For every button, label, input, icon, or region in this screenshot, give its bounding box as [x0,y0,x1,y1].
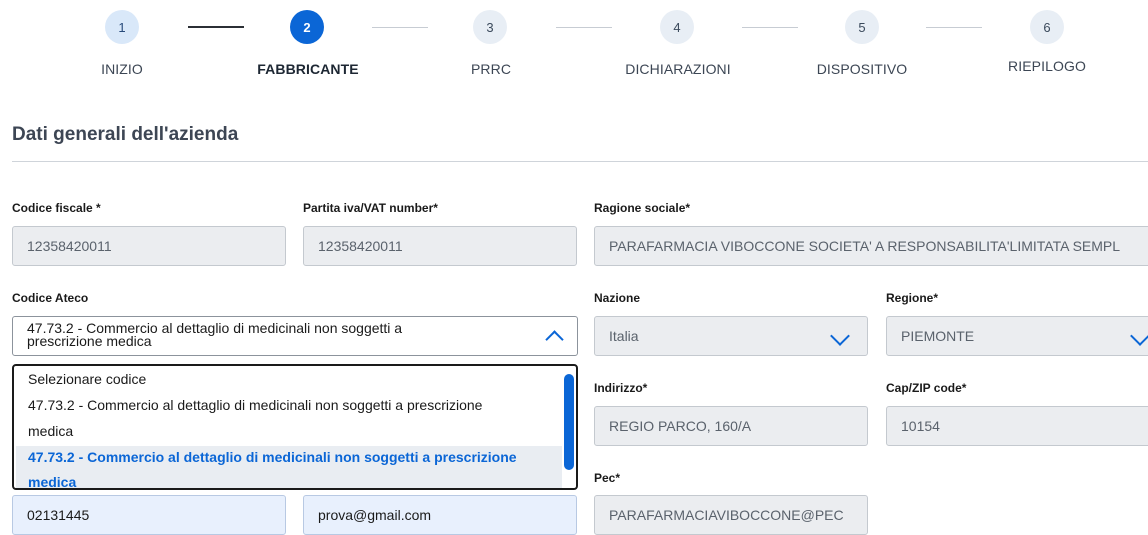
ragione-sociale-value: PARAFARMACIA VIBOCCONE SOCIETA' A RESPON… [609,238,1121,254]
nazione-label: Nazione [594,291,641,305]
dropdown-option-selected-cont[interactable]: medica [28,474,76,488]
partita-iva-value: 12358420011 [318,238,403,254]
section-divider [12,161,1148,162]
dropdown-option-1-cont[interactable]: medica [28,423,73,439]
indirizzo-value: REGIO PARCO, 160/A [609,418,752,434]
chevron-down-icon[interactable] [830,326,850,346]
step-4-circle[interactable]: 4 [660,10,694,44]
codice-ateco-dropdown[interactable]: Selezionare codice 47.73.2 - Commercio a… [12,364,578,490]
codice-fiscale-value: 12358420011 [27,238,112,254]
dropdown-scrollbar[interactable] [564,374,574,470]
section-title: Dati generali dell'azienda [12,124,239,145]
indirizzo-field[interactable]: REGIO PARCO, 160/A [594,406,868,446]
step-4-label: DICHIARAZIONI [625,61,731,77]
cap-value: 10154 [901,418,940,434]
codice-ateco-label: Codice Ateco [12,291,89,305]
ragione-sociale-field[interactable]: PARAFARMACIA VIBOCCONE SOCIETA' A RESPON… [594,226,1148,266]
step-2-circle[interactable]: 2 [290,10,324,44]
step-1-label: INIZIO [101,61,143,77]
email-value: prova@gmail.com [318,507,432,523]
partita-iva-label: Partita iva/VAT number* [303,201,438,215]
dropdown-option-placeholder[interactable]: Selezionare codice [28,371,146,387]
codice-ateco-select[interactable]: 47.73.2 - Commercio al dettaglio di medi… [12,316,578,356]
telefono-field[interactable]: 02131445 [12,495,286,535]
regione-select[interactable]: PIEMONTE [886,316,1148,356]
step-5-circle[interactable]: 5 [845,10,879,44]
ragione-sociale-label: Ragione sociale* [594,201,691,215]
cap-field[interactable]: 10154 [886,406,1148,446]
pec-value: PARAFARMACIAVIBOCCONE@PEC [609,507,844,523]
step-3-label: PRRC [470,61,512,77]
step-2-label: FABBRICANTE [257,61,359,77]
cap-label: Cap/ZIP code* [886,381,967,395]
regione-value: PIEMONTE [901,328,975,344]
codice-fiscale-label: Codice fiscale * [12,201,101,215]
regione-label: Regione* [886,291,939,305]
codice-fiscale-field[interactable]: 12358420011 [12,226,286,266]
telefono-value: 02131445 [27,507,90,523]
codice-ateco-value-line2: prescrizione medica [27,333,152,349]
indirizzo-label: Indirizzo* [594,381,648,395]
step-connector-4 [742,27,798,28]
nazione-value: Italia [609,328,639,344]
step-connector-2 [372,27,428,28]
email-field[interactable]: prova@gmail.com [303,495,577,535]
step-connector-3 [556,27,612,28]
chevron-down-icon[interactable] [1130,326,1148,346]
step-connector-1 [188,26,244,28]
nazione-select[interactable]: Italia [594,316,868,356]
step-3-circle[interactable]: 3 [473,10,507,44]
partita-iva-field[interactable]: 12358420011 [303,226,577,266]
dropdown-option-selected[interactable]: 47.73.2 - Commercio al dettaglio di medi… [28,449,517,465]
pec-label: Pec* [594,471,621,485]
dropdown-option-1[interactable]: 47.73.2 - Commercio al dettaglio di medi… [28,397,482,413]
step-6-circle[interactable]: 6 [1030,10,1064,44]
pec-field[interactable]: PARAFARMACIAVIBOCCONE@PEC [594,495,868,535]
step-6-label: RIEPILOGO [1008,58,1086,74]
step-1-circle[interactable]: 1 [105,10,139,44]
step-connector-5 [926,27,982,28]
step-5-label: DISPOSITIVO [816,61,908,77]
